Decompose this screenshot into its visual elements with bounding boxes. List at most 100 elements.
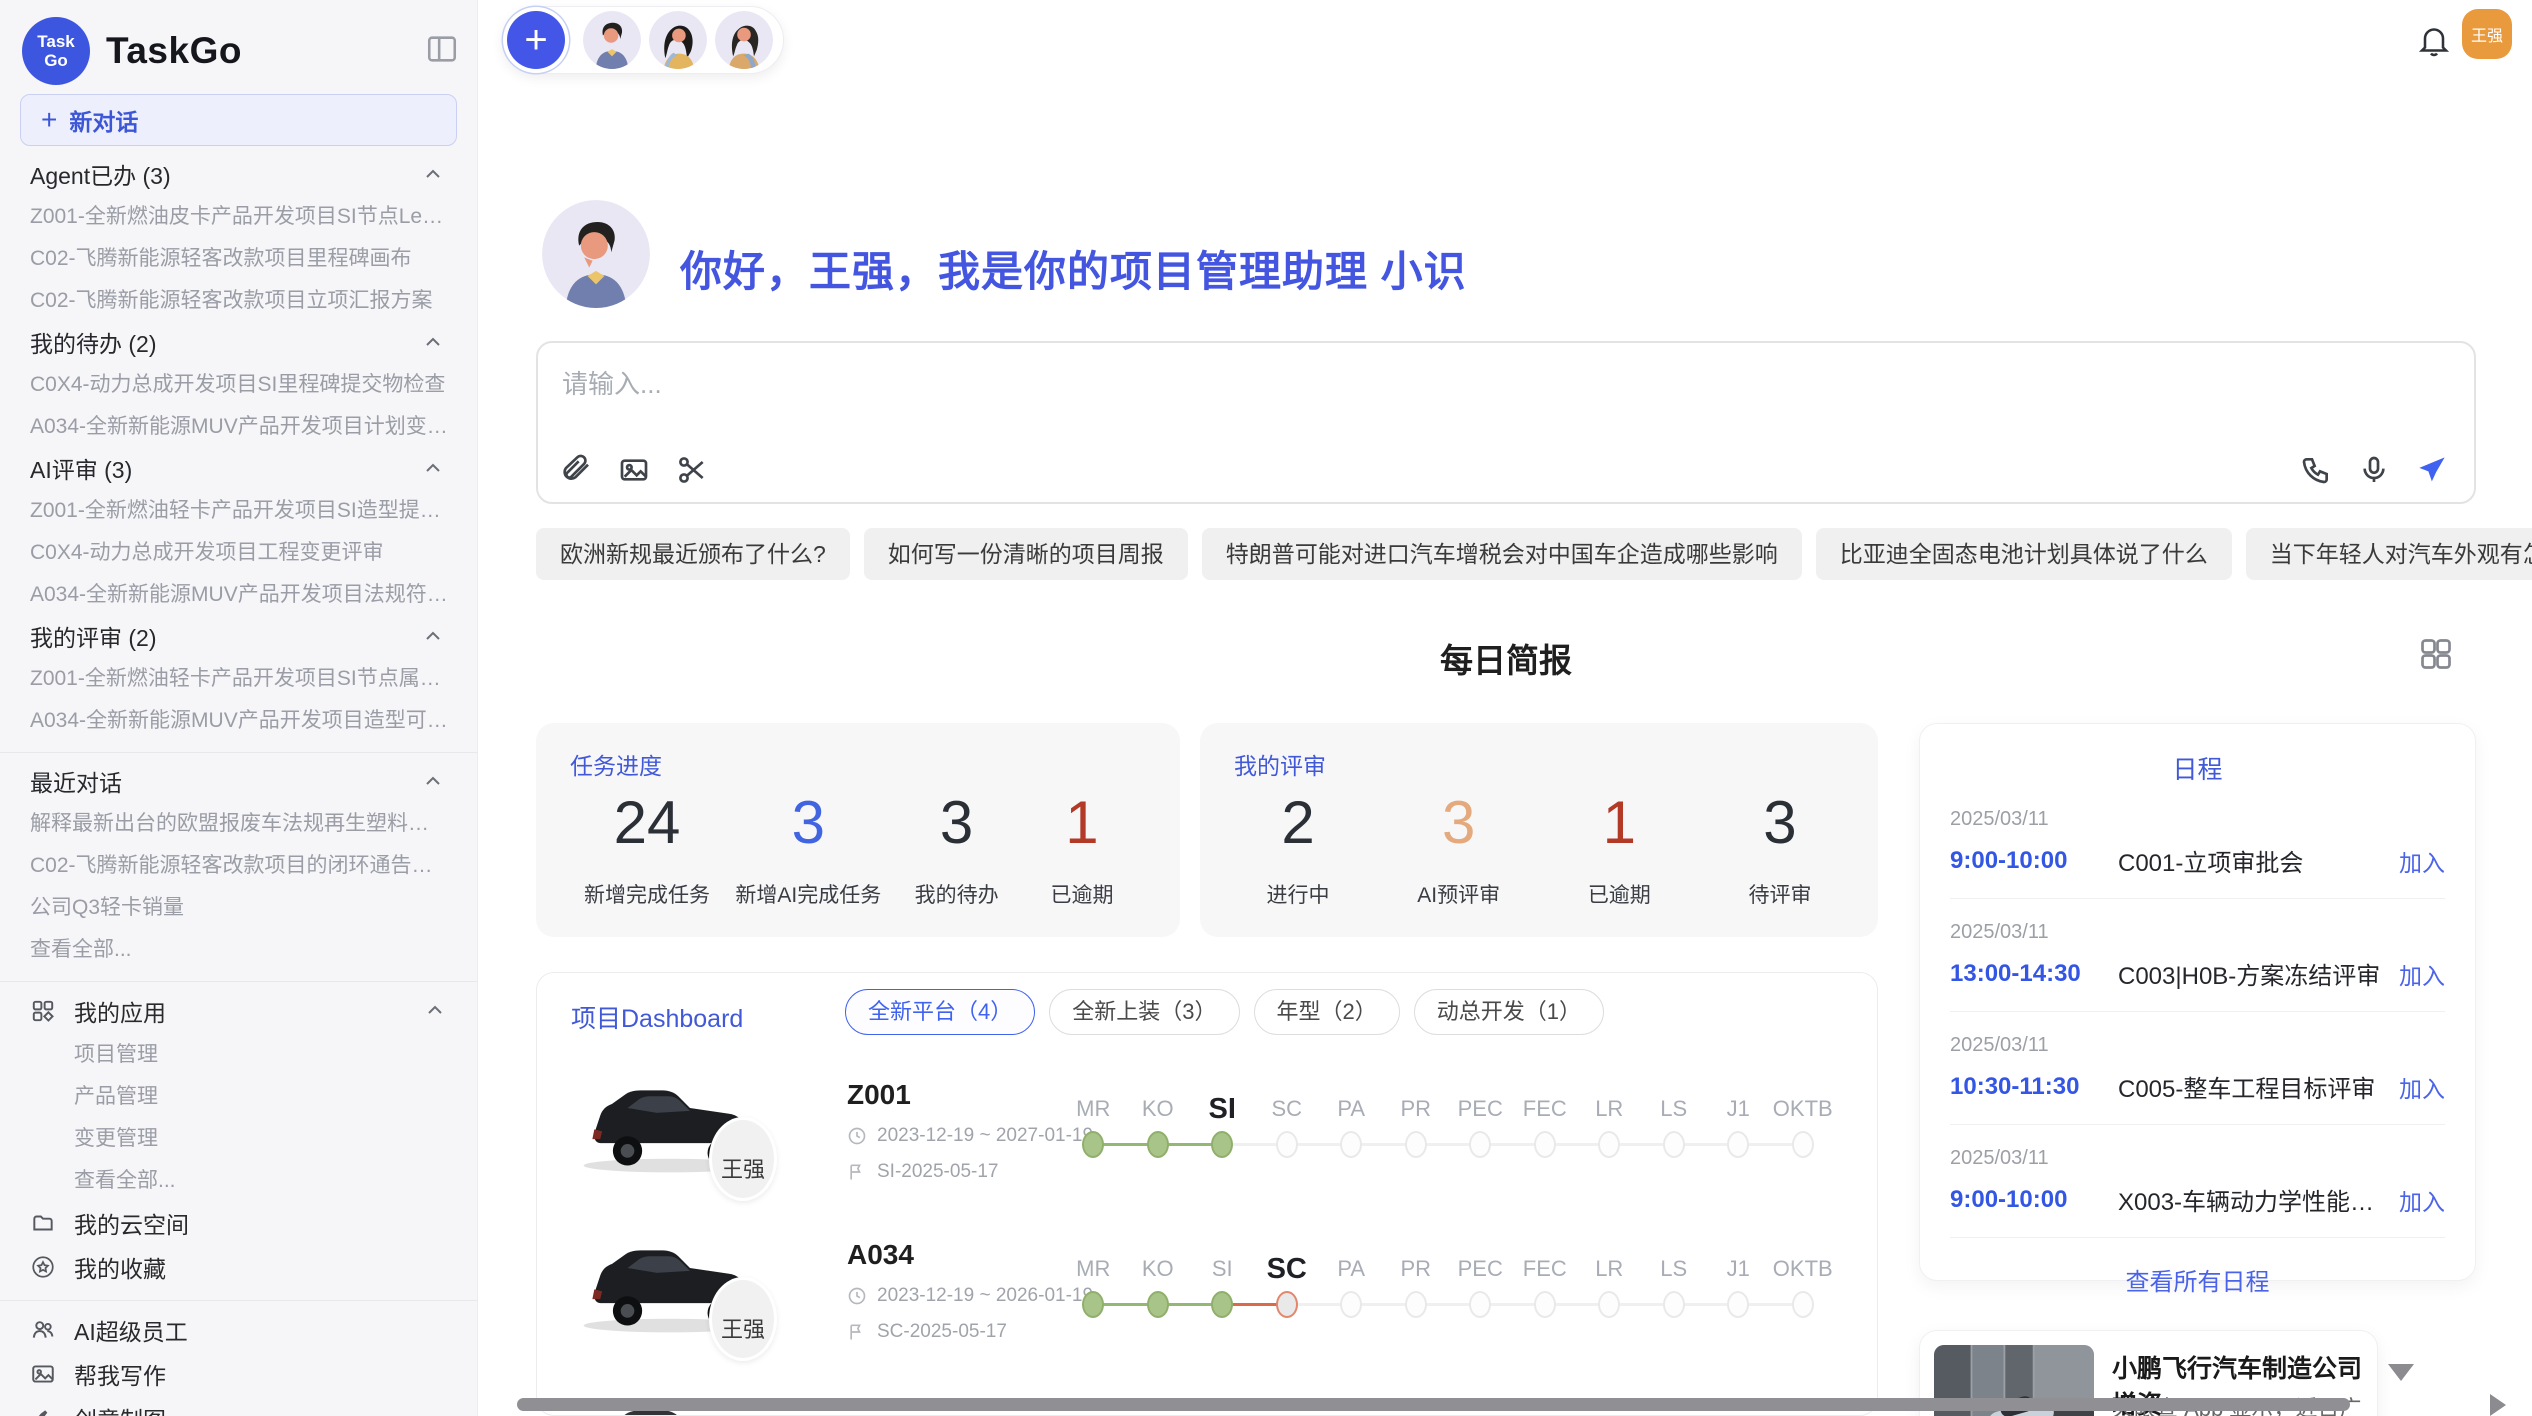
dashboard-tab[interactable]: 动总开发（1） [1414,989,1604,1035]
chat-input[interactable] [560,361,2264,407]
layout-grid-icon[interactable] [2418,636,2454,672]
milestone-dot [1727,1131,1749,1158]
sidebar-item-help-write[interactable]: 帮我写作 [30,1359,447,1389]
app-item[interactable]: 产品管理 [74,1084,449,1110]
schedule-time: 9:00-10:00 [1950,1186,2118,1214]
suggestion-chip[interactable]: 当下年轻人对汽车外观有怎样的喜好趋势 [2246,528,2532,580]
task-item[interactable]: Z001-全新燃油轻卡产品开发项目SI节点属性5D文件评审 [30,666,449,692]
send-icon[interactable] [2416,454,2448,486]
user-avatar[interactable]: 王强 [2462,9,2512,59]
milestone-label: PR [1384,1249,1449,1289]
milestone-dot [1276,1131,1298,1158]
schedule-item: 2025/03/11 9:00-10:00 C001-立项审批会 加入 [1950,786,2445,899]
milestone-dot [1792,1291,1814,1318]
milestone-label: PEC [1448,1089,1513,1129]
sidebar-item-favorites[interactable]: 我的收藏 [30,1252,447,1282]
milestone-label: LS [1642,1089,1707,1129]
chevron-up-icon[interactable] [421,163,445,187]
scissors-icon[interactable] [676,454,708,486]
milestone: PEC [1448,1089,1513,1185]
section-title: 最近对话 [30,764,122,798]
milestone-label: OKTB [1771,1089,1836,1129]
task-item[interactable]: C02-飞腾新能源轻客改款项目立项汇报方案 [30,288,449,314]
suggestion-chip[interactable]: 欧洲新规最近颁布了什么? [536,528,850,580]
plus-icon: + [41,106,57,134]
recent-chat-item[interactable]: 查看全部... [30,937,449,963]
task-item[interactable]: A034-全新新能源MUV产品开发项目计划变更表编写 [30,414,449,440]
dashboard-tab[interactable]: 全新平台（4） [845,989,1035,1035]
stat: 3 我的待办 [907,781,1007,909]
chevron-up-icon[interactable] [421,457,445,481]
stat: 24 新增完成任务 [584,781,710,909]
join-meeting-link[interactable]: 加入 [2399,1183,2445,1217]
sidebar-collapse-icon[interactable] [425,32,459,66]
task-item[interactable]: C0X4-动力总成开发项目工程变更评审 [30,540,449,566]
milestone-dot [1211,1131,1233,1158]
project-flag: SI-2025-05-17 [877,1161,998,1183]
phone-icon[interactable] [2300,454,2332,486]
assistant-avatar-2[interactable] [649,11,707,69]
sidebar-item-cloud-space[interactable]: 我的云空间 [30,1208,447,1238]
add-assistant-button[interactable]: + [507,11,565,69]
join-meeting-link[interactable]: 加入 [2399,1070,2445,1104]
task-item[interactable]: Z001-全新燃油轻卡产品开发项目SI造型提交物评审 [30,498,449,524]
app-item[interactable]: 查看全部... [74,1168,449,1194]
task-item[interactable]: Z001-全新燃油皮卡产品开发项目SI节点Lesson Learn报告 [30,204,449,230]
suggestion-chip[interactable]: 如何写一份清晰的项目周报 [864,528,1188,580]
chevron-up-icon[interactable] [423,999,447,1023]
notification-bell-icon[interactable] [2416,22,2452,58]
clock-icon [847,1126,867,1146]
milestone: OKTB [1771,1089,1836,1185]
recent-chat-item[interactable]: 公司Q3轻卡销量 [30,895,449,921]
milestone-label: PA [1319,1249,1384,1289]
project-row-a034[interactable]: 王强 A034 2023-12-19 ~ 2026-01-19 SC-2025-… [537,1221,1877,1379]
task-item[interactable]: C02-飞腾新能源轻客改款项目里程碑画布 [30,246,449,272]
milestone: SC [1255,1089,1320,1185]
sidebar-item-creative-draw[interactable]: 创意制图 [30,1403,447,1416]
clock-icon [847,1286,867,1306]
my-apps-list: 项目管理产品管理变更管理查看全部... [0,1042,477,1194]
assistant-avatar-large [542,200,650,308]
sidebar-item-my-apps[interactable]: 我的应用 [30,996,447,1026]
assistant-avatar-3[interactable] [715,11,773,69]
app-item[interactable]: 变更管理 [74,1126,449,1152]
schedule-title: 日程 [1950,750,2445,786]
app-item[interactable]: 项目管理 [74,1042,449,1068]
schedule-date: 2025/03/11 [1950,808,2445,831]
image-upload-icon[interactable] [618,454,650,486]
assistant-avatar-1[interactable] [583,11,641,69]
sidebar-item-ai-staff[interactable]: AI超级员工 [30,1315,447,1345]
horizontal-scrollbar[interactable] [517,1398,2350,1411]
join-meeting-link[interactable]: 加入 [2399,957,2445,991]
suggestion-chip[interactable]: 比亚迪全固态电池计划具体说了什么 [1816,528,2232,580]
mic-icon[interactable] [2358,454,2390,486]
milestone-dot [1211,1291,1233,1318]
project-row-z001[interactable]: 王强 Z001 2023-12-19 ~ 2027-01-19 SI-2025-… [537,1061,1877,1219]
scroll-down-arrow-icon[interactable] [2388,1364,2414,1381]
view-all-schedule-link[interactable]: 查看所有日程 [1950,1262,2445,1297]
dashboard-tab[interactable]: 全新上装（3） [1049,989,1239,1035]
chevron-up-icon[interactable] [421,331,445,355]
milestone: KO [1126,1249,1191,1345]
recent-chat-item[interactable]: 解释最新出台的欧盟报废车法规再生塑料比例被调至15%... [30,811,449,837]
task-item[interactable]: A034-全新新能源MUV产品开发项目造型可行性评审 [30,708,449,734]
scroll-right-arrow-icon[interactable] [2490,1394,2506,1416]
join-meeting-link[interactable]: 加入 [2399,844,2445,878]
project-info: Z001 2023-12-19 ~ 2027-01-19 SI-2025-05-… [847,1061,1093,1183]
milestone: SI [1190,1089,1255,1185]
milestone-label: SI [1190,1089,1255,1129]
task-item[interactable]: A034-全新新能源MUV产品开发项目法规符合性评审 [30,582,449,608]
task-item[interactable]: C0X4-动力总成开发项目SI里程碑提交物检查 [30,372,449,398]
input-attachments [560,454,708,486]
new-chat-button[interactable]: + 新对话 [20,94,457,146]
dashboard-tab[interactable]: 年型（2） [1254,989,1400,1035]
project-flag-row: SC-2025-05-17 [847,1321,1093,1343]
attach-icon[interactable] [560,454,592,486]
suggestion-chip[interactable]: 特朗普可能对进口汽车增税会对中国车企造成哪些影响 [1202,528,1802,580]
chevron-up-icon[interactable] [421,625,445,649]
chevron-up-icon[interactable] [421,770,445,794]
card-title: 我的评审 [1234,747,1326,781]
section-my-review-list: Z001-全新燃油轻卡产品开发项目SI节点属性5D文件评审 A034-全新新能源M… [0,666,477,734]
recent-chat-item[interactable]: C02-飞腾新能源轻客改款项目的闭环通告反馈情况 [30,853,449,879]
milestone-label: LS [1642,1249,1707,1289]
